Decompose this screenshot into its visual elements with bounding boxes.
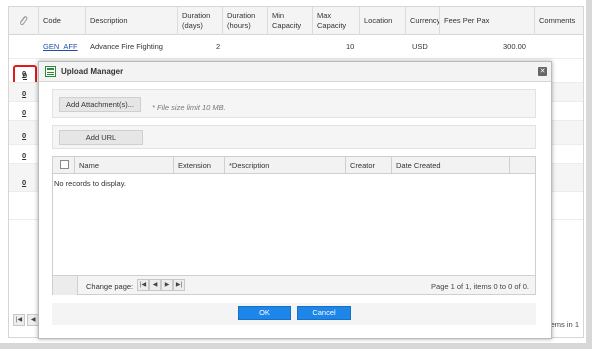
- max-capacity-value: 10: [346, 42, 355, 51]
- fees-column-header[interactable]: Fees Per Pax: [440, 7, 535, 35]
- no-records-message: No records to display.: [54, 179, 126, 188]
- fees-value: 300.00: [503, 42, 526, 51]
- attachment-count-link[interactable]: 0: [22, 131, 26, 140]
- attachment-count-link[interactable]: 0: [22, 108, 26, 117]
- attachment-panel: Add Attachment(s)... * File size limit 1…: [52, 89, 536, 118]
- grid-header: Code Description Duration (days) Duration…: [9, 7, 583, 35]
- dialog-title: Upload Manager: [61, 67, 124, 76]
- currency-value: USD: [412, 42, 428, 51]
- first-page-button[interactable]: |◀: [13, 314, 25, 326]
- location-column-header[interactable]: Location: [360, 7, 406, 35]
- max-capacity-column-header[interactable]: Max Capacity: [313, 7, 360, 35]
- file-size-hint: * File size limit 10 MB.: [152, 103, 226, 112]
- duration-days-value: 2: [216, 42, 221, 51]
- select-all-checkbox[interactable]: [60, 160, 69, 169]
- add-url-button[interactable]: Add URL: [59, 130, 143, 145]
- extension-column-header[interactable]: Extension: [174, 157, 225, 174]
- attachment-count-link[interactable]: 0: [22, 89, 26, 98]
- comments-column-header[interactable]: Comments: [535, 7, 583, 35]
- course-description: Advance Fire Fighting: [90, 42, 163, 51]
- date-created-column-header[interactable]: Date Created: [392, 157, 510, 174]
- ok-button[interactable]: OK: [238, 306, 291, 320]
- prev-page-button[interactable]: ◀: [149, 279, 161, 291]
- currency-column-header[interactable]: Currency: [406, 7, 440, 35]
- description-column-header[interactable]: *Description: [225, 157, 346, 174]
- upload-manager-dialog: Upload Manager ✕ Add Attachment(s)... * …: [38, 61, 552, 339]
- code-column-header[interactable]: Code: [39, 7, 86, 35]
- window-icon: [45, 66, 56, 77]
- creator-column-header[interactable]: Creator: [346, 157, 392, 174]
- close-icon[interactable]: ✕: [538, 67, 547, 76]
- grid-pager-info: ems in 1: [550, 320, 579, 329]
- duration-hours-column-header[interactable]: Duration (hours): [223, 7, 268, 35]
- add-attachment-button[interactable]: Add Attachment(s)...: [59, 97, 141, 112]
- duration-days-column-header[interactable]: Duration (days): [178, 7, 223, 35]
- last-page-button[interactable]: ▶|: [173, 279, 185, 291]
- dialog-titlebar[interactable]: Upload Manager ✕: [39, 62, 551, 82]
- page-info: Page 1 of 1, items 0 to 0 of 0.: [431, 282, 529, 291]
- attachments-column-header[interactable]: [9, 7, 39, 35]
- attachment-count-link[interactable]: 0: [22, 69, 26, 78]
- table-pager: Change page: |◀ ◀ ▶ ▶| Page 1 of 1, items 0…: [52, 275, 536, 295]
- url-panel: Add URL: [52, 125, 536, 149]
- cancel-button[interactable]: Cancel: [297, 306, 351, 320]
- select-all-header: [53, 157, 75, 174]
- min-capacity-column-header[interactable]: Min Capacity: [268, 7, 313, 35]
- name-column-header[interactable]: Name: [75, 157, 174, 174]
- actions-column-header: [510, 157, 535, 174]
- pager-spacer: [53, 276, 78, 295]
- attachment-count-link[interactable]: 0: [22, 178, 26, 187]
- dialog-actions: OK Cancel: [52, 303, 536, 325]
- course-code-link[interactable]: GEN_AFF: [43, 42, 78, 51]
- table-row[interactable]: 0 GEN_AFF Advance Fire Fighting 2 10 USD…: [9, 35, 583, 85]
- description-column-header[interactable]: Description: [86, 7, 178, 35]
- change-page-label: Change page:: [86, 282, 134, 291]
- pager-buttons: |◀ ◀ ▶ ▶|: [137, 279, 185, 291]
- first-page-button[interactable]: |◀: [137, 279, 149, 291]
- next-page-button[interactable]: ▶: [161, 279, 173, 291]
- attachment-count-link[interactable]: 0: [22, 151, 26, 160]
